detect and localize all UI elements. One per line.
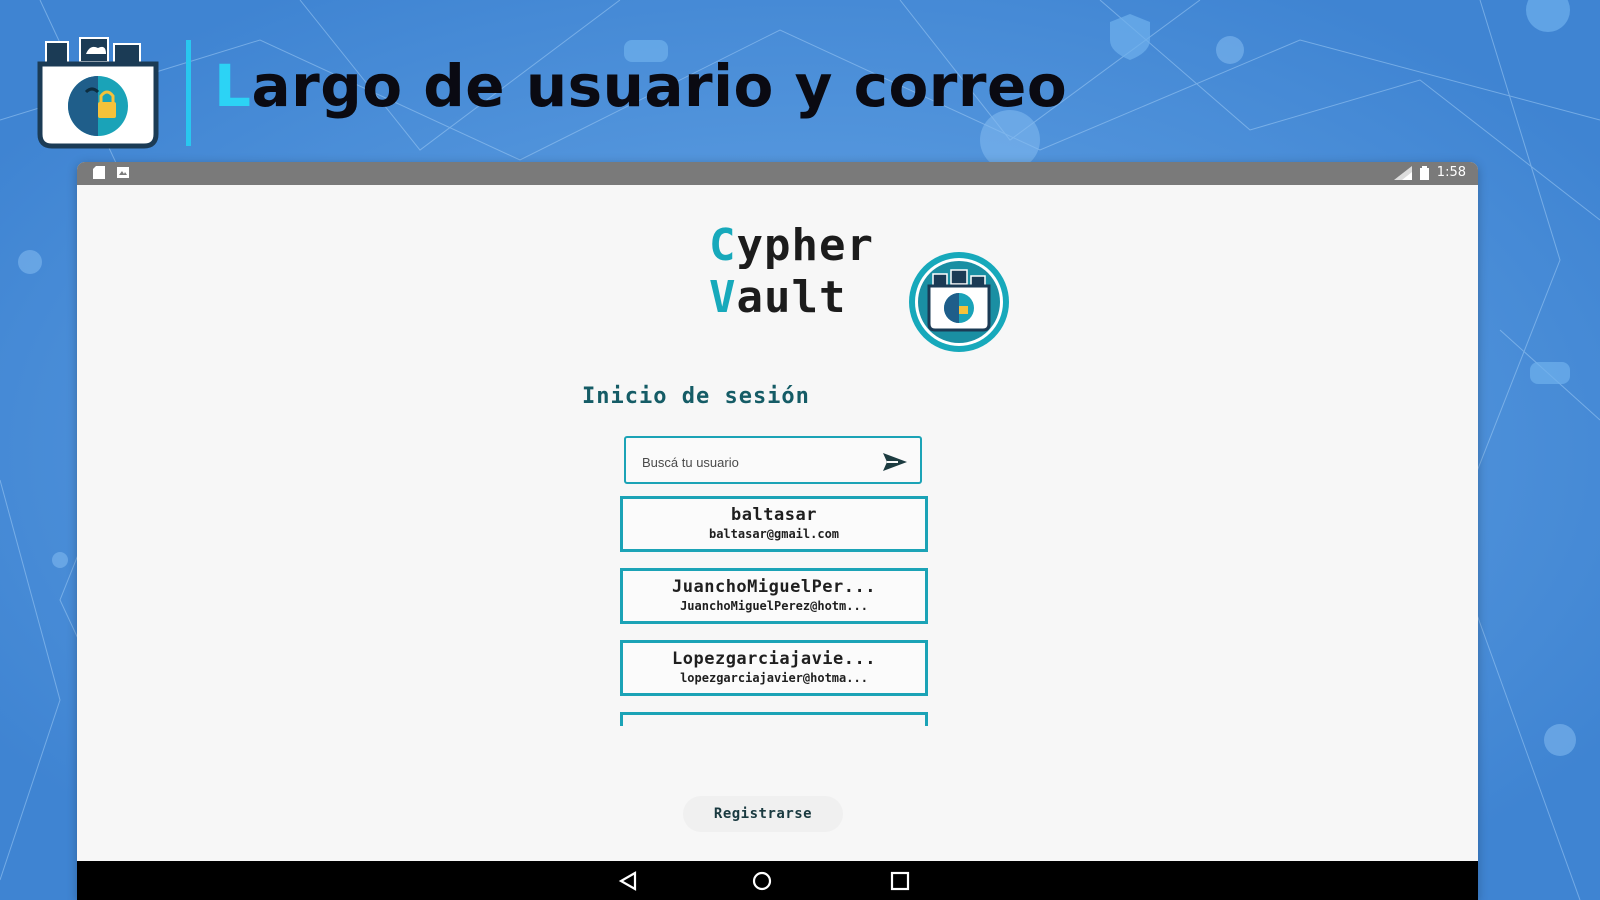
title-accent-bar — [186, 40, 191, 146]
user-email: lopezgarciajavier@hotma... — [680, 671, 868, 685]
login-heading: Inicio de sesión — [582, 384, 810, 409]
slide-title-rest: argo de usuario y correo — [251, 52, 1068, 120]
vault-badge-icon — [909, 252, 1009, 352]
user-email: JuanchoMiguelPerez@hotm... — [680, 599, 868, 613]
user-card-partial[interactable] — [620, 712, 928, 726]
user-card[interactable]: Lopezgarciajavie... lopezgarciajavier@ho… — [620, 640, 928, 696]
user-card[interactable]: JuanchoMiguelPer... JuanchoMiguelPerez@h… — [620, 568, 928, 624]
home-circle-icon[interactable] — [751, 871, 773, 891]
logo-rest-ault: ault — [736, 272, 847, 323]
logo-accent-v: V — [709, 272, 737, 323]
signal-icon — [1393, 165, 1412, 180]
user-search-box — [624, 436, 922, 484]
battery-icon — [1419, 165, 1429, 180]
logo-accent-c: C — [709, 220, 737, 271]
recents-square-icon[interactable] — [889, 871, 911, 891]
folder-lock-face-icon — [37, 37, 159, 149]
cypher-vault-logo: Cypher Vault — [617, 220, 1009, 352]
user-card[interactable]: baltasar baltasar@gmail.com — [620, 496, 928, 552]
logo-word-cypher: Cypher — [709, 220, 874, 271]
register-button[interactable]: Registrarse — [683, 796, 843, 832]
user-email: baltasar@gmail.com — [708, 527, 840, 541]
user-name: baltasar — [731, 505, 817, 525]
slide-title-first-letter: L — [214, 52, 252, 120]
image-notification-icon — [117, 167, 129, 178]
logo-word-vault: Vault — [709, 272, 846, 323]
status-bar: 1:58 — [77, 162, 1478, 185]
user-search-input[interactable] — [640, 448, 874, 476]
tablet-screen: 1:58 Cypher Vault Inicio de sesión balta… — [77, 162, 1478, 900]
sd-card-icon — [93, 166, 105, 179]
back-triangle-icon[interactable] — [617, 871, 639, 891]
logo-rest-ypher: ypher — [736, 220, 874, 271]
status-time: 1:58 — [1436, 165, 1466, 180]
send-arrow-icon[interactable] — [882, 452, 908, 472]
user-name: JuanchoMiguelPer... — [672, 577, 876, 597]
android-nav-bar — [77, 861, 1478, 900]
user-name: Lopezgarciajavie... — [672, 649, 876, 669]
slide-title: Largo de usuario y correo — [214, 52, 1067, 120]
